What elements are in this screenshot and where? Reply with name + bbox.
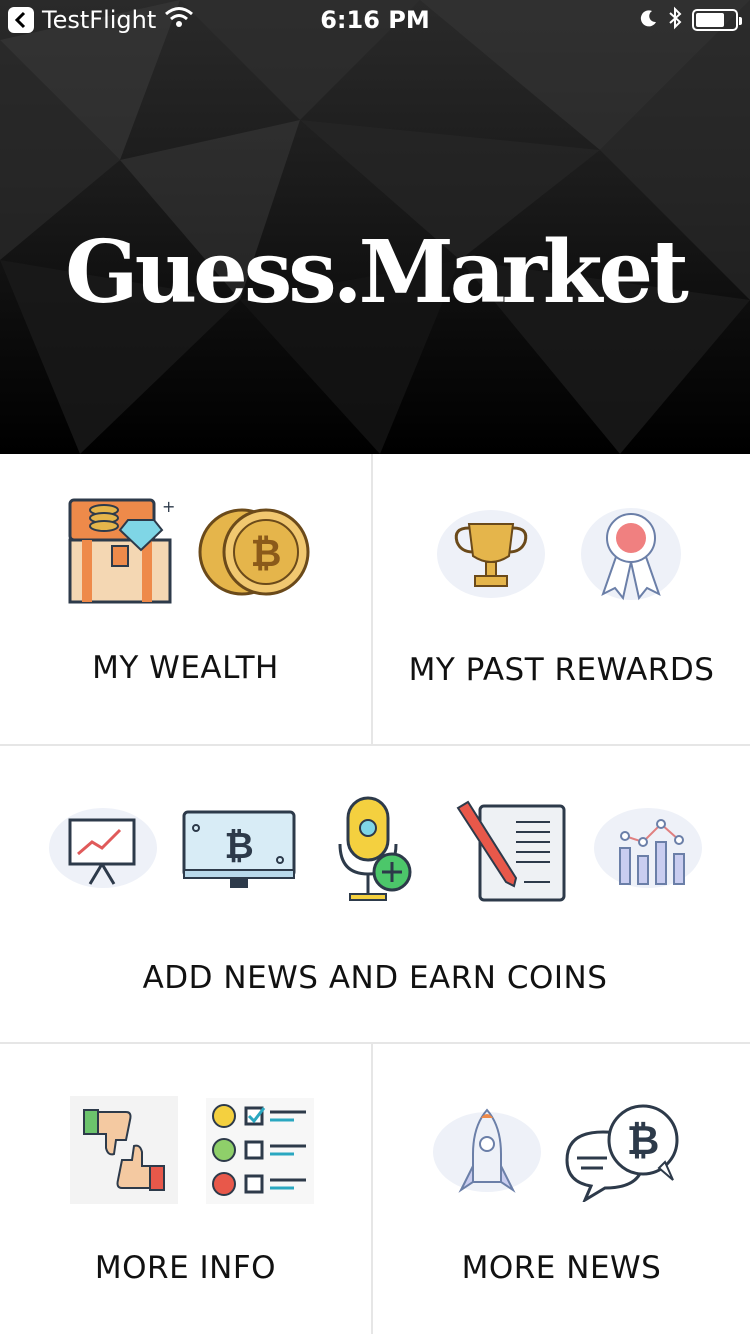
my-wealth-label: MY WEALTH xyxy=(92,650,279,686)
hero-banner: Guess.Market xyxy=(0,0,750,454)
award-ribbon-icon xyxy=(581,508,681,601)
add-news-label: ADD NEWS AND EARN COINS xyxy=(142,960,608,996)
presentation-chart-icon xyxy=(49,808,157,888)
moon-icon xyxy=(640,9,658,31)
survey-checklist-icon xyxy=(206,1098,314,1204)
notepad-pen-icon xyxy=(456,800,566,902)
battery-icon xyxy=(692,9,742,31)
my-past-rewards-label: MY PAST REWARDS xyxy=(408,652,715,688)
more-info-tile[interactable]: MORE INFO xyxy=(0,1044,371,1334)
bitcoin-coins-icon: ₿ xyxy=(198,508,310,596)
svg-text:₿: ₿ xyxy=(627,1118,660,1164)
my-wealth-tile[interactable]: + ₿ MY WEALTH xyxy=(0,454,371,744)
svg-text:+: + xyxy=(162,497,175,516)
trophy-icon xyxy=(437,510,545,598)
more-news-label: MORE NEWS xyxy=(461,1250,662,1286)
status-bar: TestFlight 6:16 PM xyxy=(0,0,750,40)
thumbs-feedback-icon xyxy=(70,1096,178,1204)
bar-chart-icon xyxy=(594,808,702,888)
brand-logo-text: Guess.Market xyxy=(65,222,689,323)
svg-text:₿: ₿ xyxy=(251,531,282,575)
svg-text:₿: ₿ xyxy=(224,826,253,867)
rocket-icon xyxy=(433,1108,541,1193)
bitcoin-chat-icon: ₿ xyxy=(565,1104,679,1202)
treasure-chest-icon: + xyxy=(68,497,175,604)
status-time: 6:16 PM xyxy=(320,6,430,34)
add-news-tile[interactable]: ₿ ADD NEWS AND EARN COINS xyxy=(0,746,750,1042)
bitcoin-monitor-icon: ₿ xyxy=(182,810,296,888)
more-info-label: MORE INFO xyxy=(94,1250,277,1286)
my-past-rewards-tile[interactable]: MY PAST REWARDS xyxy=(373,454,750,744)
bluetooth-icon xyxy=(668,6,682,34)
more-news-tile[interactable]: ₿ MORE NEWS xyxy=(373,1044,750,1334)
microphone-add-icon xyxy=(338,796,412,901)
